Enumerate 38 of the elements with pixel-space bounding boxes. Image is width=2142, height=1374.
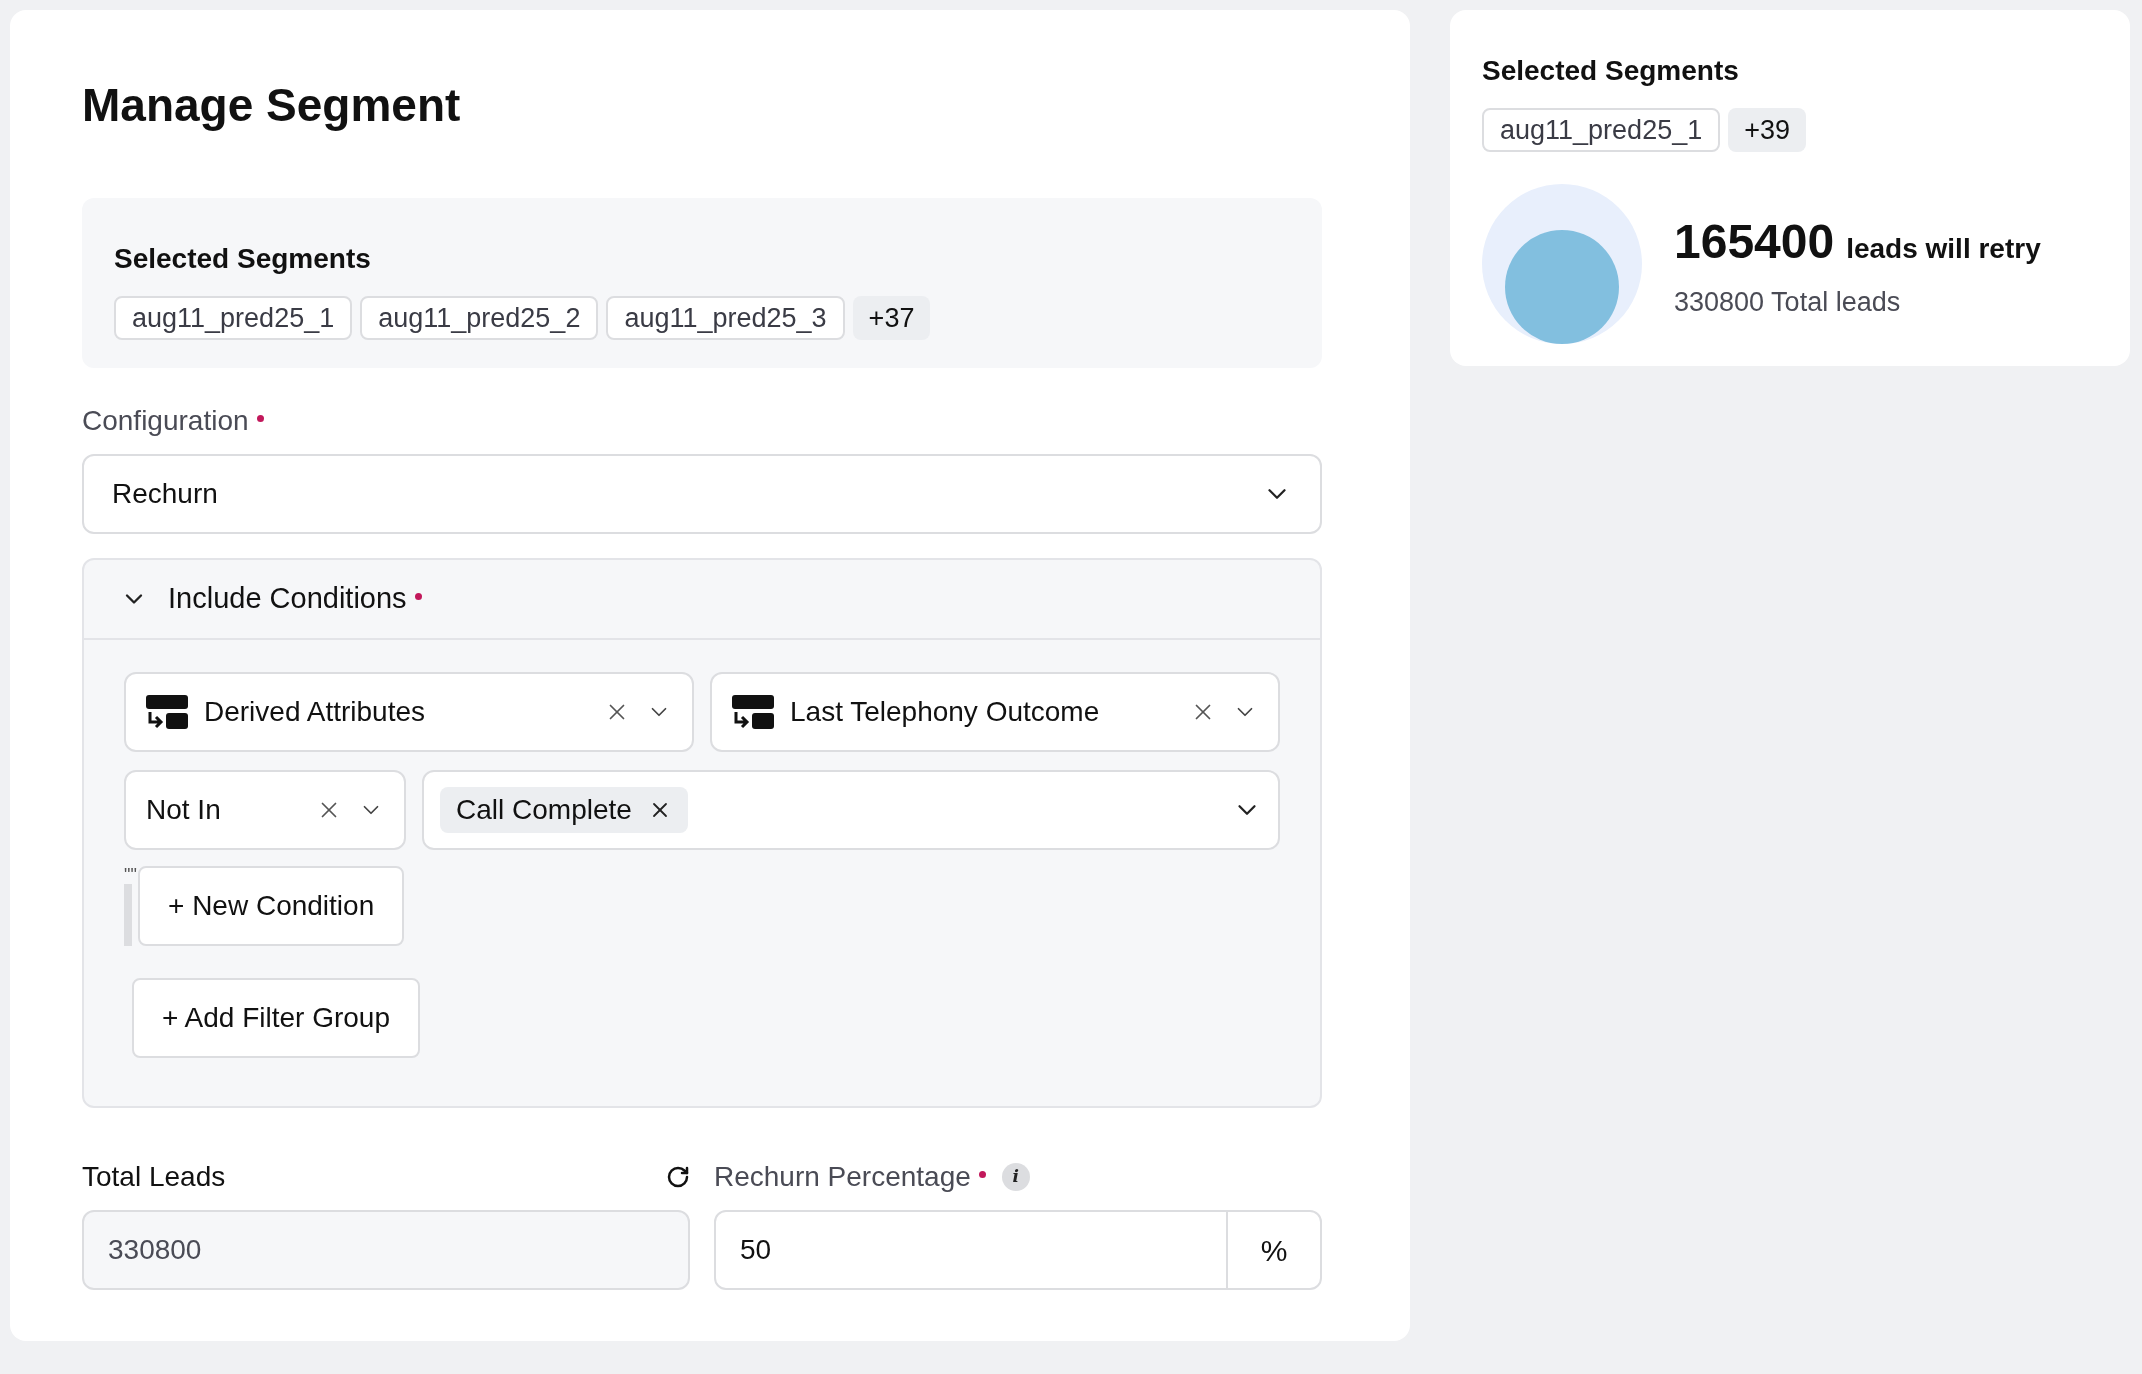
new-condition-button[interactable]: + New Condition [138, 866, 405, 946]
select-field[interactable]: Derived Attributes [124, 672, 694, 752]
select-field[interactable]: Last Telephony Outcome [710, 672, 1280, 752]
section-title: Include Conditions [168, 581, 407, 617]
select-value: Not In [146, 793, 222, 827]
percentage-field[interactable]: 50 % [714, 1210, 1322, 1290]
unit-label: % [1226, 1212, 1320, 1288]
segment-tag: aug11_pred25_3 [606, 296, 845, 340]
field-label: Configuration [82, 404, 249, 438]
field-value: 50 [739, 1233, 773, 1267]
group-marker: "" [124, 866, 138, 884]
select-field[interactable]: Not In [124, 770, 406, 850]
segment-tag: aug11_pred25_2 [360, 296, 599, 340]
more-count: +37 [852, 296, 931, 340]
attribute-icon [732, 695, 774, 729]
add-filter-group-button[interactable]: + Add Filter Group [132, 978, 420, 1058]
attribute-icon [146, 695, 188, 729]
segment-tag: aug11_pred25_1 [114, 296, 353, 340]
info-icon[interactable]: i [1001, 1163, 1030, 1191]
select-value: Rechurn [112, 477, 219, 511]
conditions-header[interactable]: Include Conditions [84, 560, 1320, 640]
group-bar [124, 884, 132, 946]
select-value: Last Telephony Outcome [790, 695, 1101, 729]
segment-tag: aug11_pred25_1 [1482, 108, 1721, 152]
values-select[interactable]: Call Complete [422, 770, 1280, 850]
total-leads-field: 330800 [82, 1210, 690, 1290]
more-count: +39 [1728, 108, 1806, 152]
select-value: Derived Attributes [204, 695, 426, 729]
total-leads-text: 330800 Total leads [1674, 285, 1902, 319]
configuration-select[interactable]: Rechurn [82, 454, 1322, 534]
field-label: Total Leads [82, 1160, 226, 1194]
retry-text: leads will retry [1846, 231, 2041, 266]
value-chip: Call Complete [440, 787, 688, 833]
retry-count: 165400 [1674, 213, 1835, 270]
field-label: Rechurn Percentage [714, 1160, 971, 1194]
refresh-icon[interactable] [666, 1165, 690, 1189]
section-heading: Selected Segments [1482, 54, 1740, 88]
section-heading: Selected Segments [114, 242, 372, 276]
